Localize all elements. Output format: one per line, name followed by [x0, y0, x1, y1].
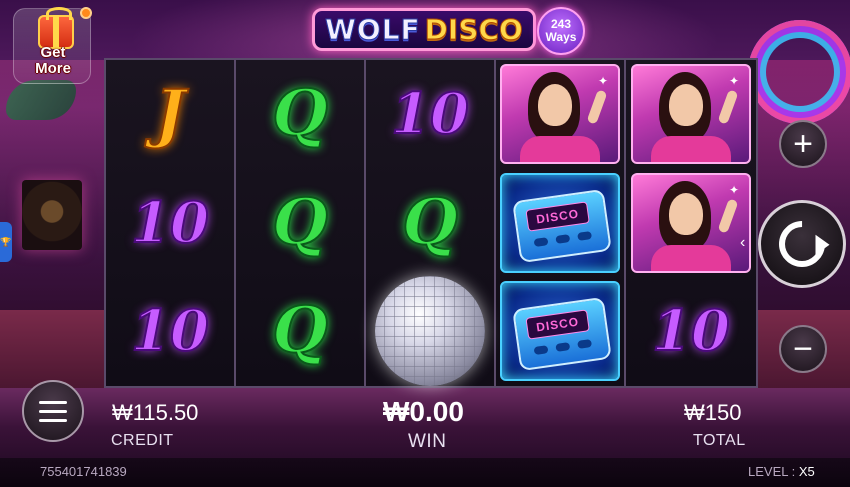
symbol-q: Q — [271, 184, 329, 260]
reel-cell: 10 — [106, 277, 234, 386]
ways-badge: 243 Ways — [537, 7, 585, 55]
bet-increase-button[interactable]: + — [779, 120, 827, 168]
menu-button[interactable] — [22, 380, 84, 442]
symbol-q: Q — [401, 184, 459, 260]
spin-button[interactable] — [758, 200, 846, 288]
reel-2: QQQ — [236, 60, 366, 386]
minus-icon: − — [793, 330, 813, 368]
level-value: X5 — [798, 464, 815, 479]
reel-cell: Q — [236, 277, 364, 386]
bet-decrease-button[interactable]: − — [779, 325, 827, 373]
reel-cell — [366, 276, 494, 387]
win-value: ₩0.00 — [383, 396, 464, 427]
reel-cell: J — [106, 60, 234, 169]
spin-icon — [769, 211, 835, 277]
symbol-10: 10 — [390, 81, 470, 148]
logo-title-disco: DISCO — [424, 12, 523, 46]
credit-label: CREDIT — [111, 432, 174, 449]
game-stage: WOLF DISCO 243 Ways Get More 🏆 J 10 10 Q Q Q 1… — [0, 0, 850, 487]
symbol-10: 10 — [130, 298, 210, 365]
reel-cell: DISCO — [496, 277, 624, 386]
pager-screen-text: DISCO — [525, 201, 590, 232]
level-indicator: LEVEL : X5 — [748, 464, 815, 479]
reel-cell: Q — [236, 169, 364, 278]
reel-5: ✦ ✦ 10 — [626, 60, 756, 386]
reel-grid: J 10 10 Q Q Q 10 Q ✦ DISCO DISCO ✦ ✦ 10 — [104, 58, 758, 388]
symbol-q: Q — [271, 293, 329, 369]
reel-4: ✦ DISCO DISCO — [496, 60, 626, 386]
symbol-pager: DISCO — [500, 172, 620, 273]
total-bet-value[interactable]: ₩150 — [684, 400, 741, 426]
reel-cell: Q — [236, 60, 364, 169]
logo-title-wolf: WOLF — [325, 12, 421, 46]
get-more-button[interactable]: Get More — [13, 7, 92, 84]
symbol-j: J — [154, 76, 186, 152]
session-id: 755401741839 — [40, 464, 127, 479]
footer-bar — [0, 458, 850, 487]
reel-cell: 10 — [366, 60, 494, 169]
plus-icon: + — [793, 125, 813, 163]
get-more-label: Get More — [14, 45, 92, 77]
reel-cell: Q — [366, 169, 494, 278]
symbol-q: Q — [271, 76, 329, 152]
symbol-disco-lady: ✦ — [631, 64, 751, 165]
reel-cell: ✦ — [626, 169, 756, 278]
notification-dot — [80, 7, 92, 19]
symbol-disco-lady: ✦ — [631, 172, 751, 273]
reel-3: 10 Q — [366, 60, 496, 387]
ways-label: Ways — [545, 30, 577, 44]
symbol-10: 10 — [130, 189, 210, 256]
menu-icon — [39, 400, 67, 404]
game-logo: WOLF DISCO 243 Ways — [312, 4, 585, 55]
win-label: WIN — [408, 431, 447, 452]
symbol-10: 10 — [651, 298, 731, 365]
logo-plate: WOLF DISCO — [312, 7, 536, 51]
chevron-left-icon: ‹ — [740, 234, 746, 251]
credit-value: ₩115.50 — [112, 400, 199, 425]
reel-cell: 10 — [106, 169, 234, 278]
level-label: LEVEL : — [748, 464, 796, 479]
trophy-icon: 🏆 — [0, 236, 12, 247]
get-more-line1: Get — [40, 44, 66, 61]
reel-cell: 10 — [626, 277, 756, 386]
pager-screen-text: DISCO — [525, 309, 590, 341]
symbol-pager: DISCO — [500, 281, 620, 382]
leaderboard-tab[interactable]: 🏆 — [0, 222, 12, 262]
reel-cell: ✦ — [496, 60, 624, 169]
reel-1: J 10 10 — [106, 60, 236, 386]
symbol-disco-lady: ✦ — [500, 64, 620, 165]
symbol-disco-ball — [375, 276, 485, 387]
total-bet-label: TOTAL — [693, 432, 746, 449]
reel-cell: DISCO — [496, 169, 624, 278]
get-more-line2: More — [35, 60, 71, 77]
reel-cell: ✦ — [626, 60, 756, 169]
